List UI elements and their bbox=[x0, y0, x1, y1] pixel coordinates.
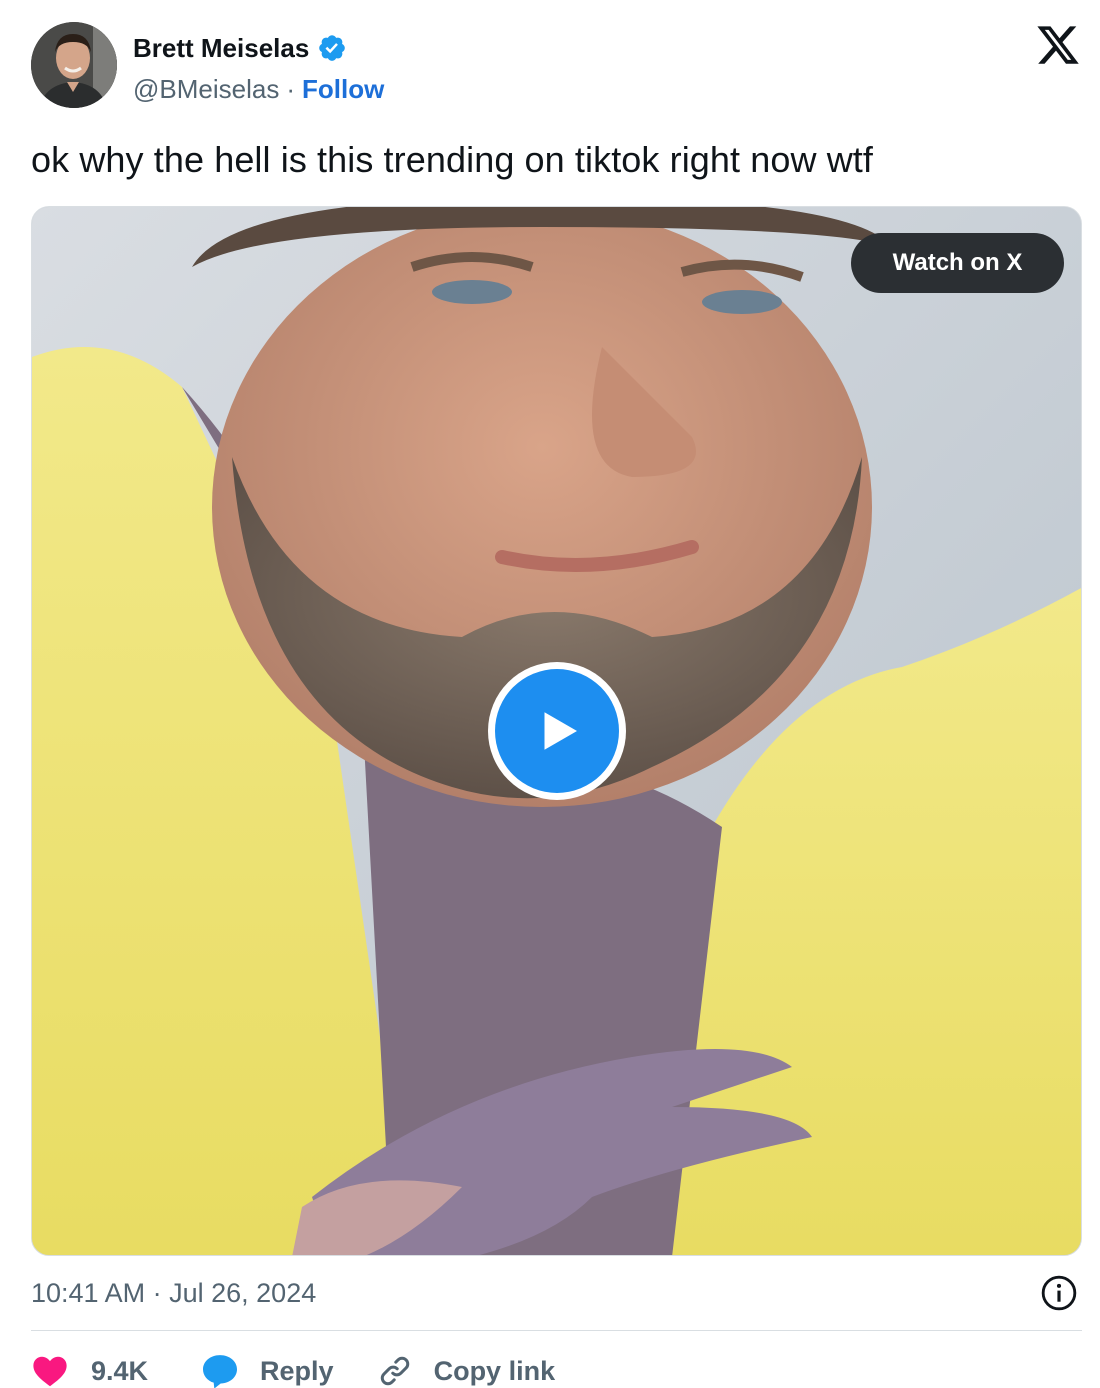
watch-on-x-button[interactable]: Watch on X bbox=[851, 233, 1064, 293]
tweet-timestamp[interactable]: 10:41 AM · Jul 26, 2024 bbox=[31, 1273, 316, 1313]
author-handle-row: @BMeiselas · Follow bbox=[133, 72, 384, 106]
tweet-text: ok why the hell is this trending on tikt… bbox=[31, 139, 874, 180]
tweet-actions: 9.4K Reply Copy link bbox=[31, 1346, 555, 1388]
footer-divider bbox=[31, 1330, 1082, 1331]
verified-badge-icon bbox=[319, 35, 346, 61]
reply-button[interactable]: Reply bbox=[200, 1346, 334, 1388]
avatar-photo bbox=[31, 22, 117, 108]
handle-separator: · bbox=[286, 73, 295, 104]
author-display-name[interactable]: Brett Meiselas bbox=[133, 33, 309, 64]
tweet-time: 10:41 AM bbox=[31, 1278, 146, 1308]
embedded-tweet-card: Brett Meiselas @BMeiselas · Follow ok wh… bbox=[0, 0, 1100, 1388]
copy-link-button[interactable]: Copy link bbox=[376, 1346, 556, 1388]
like-button[interactable]: 9.4K bbox=[31, 1346, 148, 1388]
play-button[interactable] bbox=[488, 662, 626, 800]
reply-bubble-icon bbox=[203, 1355, 238, 1388]
x-logo-icon[interactable] bbox=[1034, 22, 1082, 68]
play-button-circle bbox=[495, 669, 619, 793]
play-icon bbox=[544, 712, 577, 750]
reply-label: Reply bbox=[260, 1355, 334, 1386]
info-icon[interactable] bbox=[1040, 1274, 1078, 1312]
video-media[interactable]: Watch on X bbox=[31, 206, 1082, 1256]
author-name-row: Brett Meiselas bbox=[133, 30, 347, 66]
author-avatar[interactable] bbox=[31, 22, 117, 108]
link-icon bbox=[380, 1356, 409, 1386]
follow-link[interactable]: Follow bbox=[302, 74, 384, 105]
like-count: 9.4K bbox=[91, 1355, 149, 1386]
timestamp-separator: · bbox=[152, 1278, 162, 1308]
copy-link-label: Copy link bbox=[433, 1355, 556, 1386]
heart-icon bbox=[33, 1356, 67, 1387]
author-handle[interactable]: @BMeiselas bbox=[133, 74, 279, 105]
tweet-date: Jul 26, 2024 bbox=[169, 1278, 317, 1308]
